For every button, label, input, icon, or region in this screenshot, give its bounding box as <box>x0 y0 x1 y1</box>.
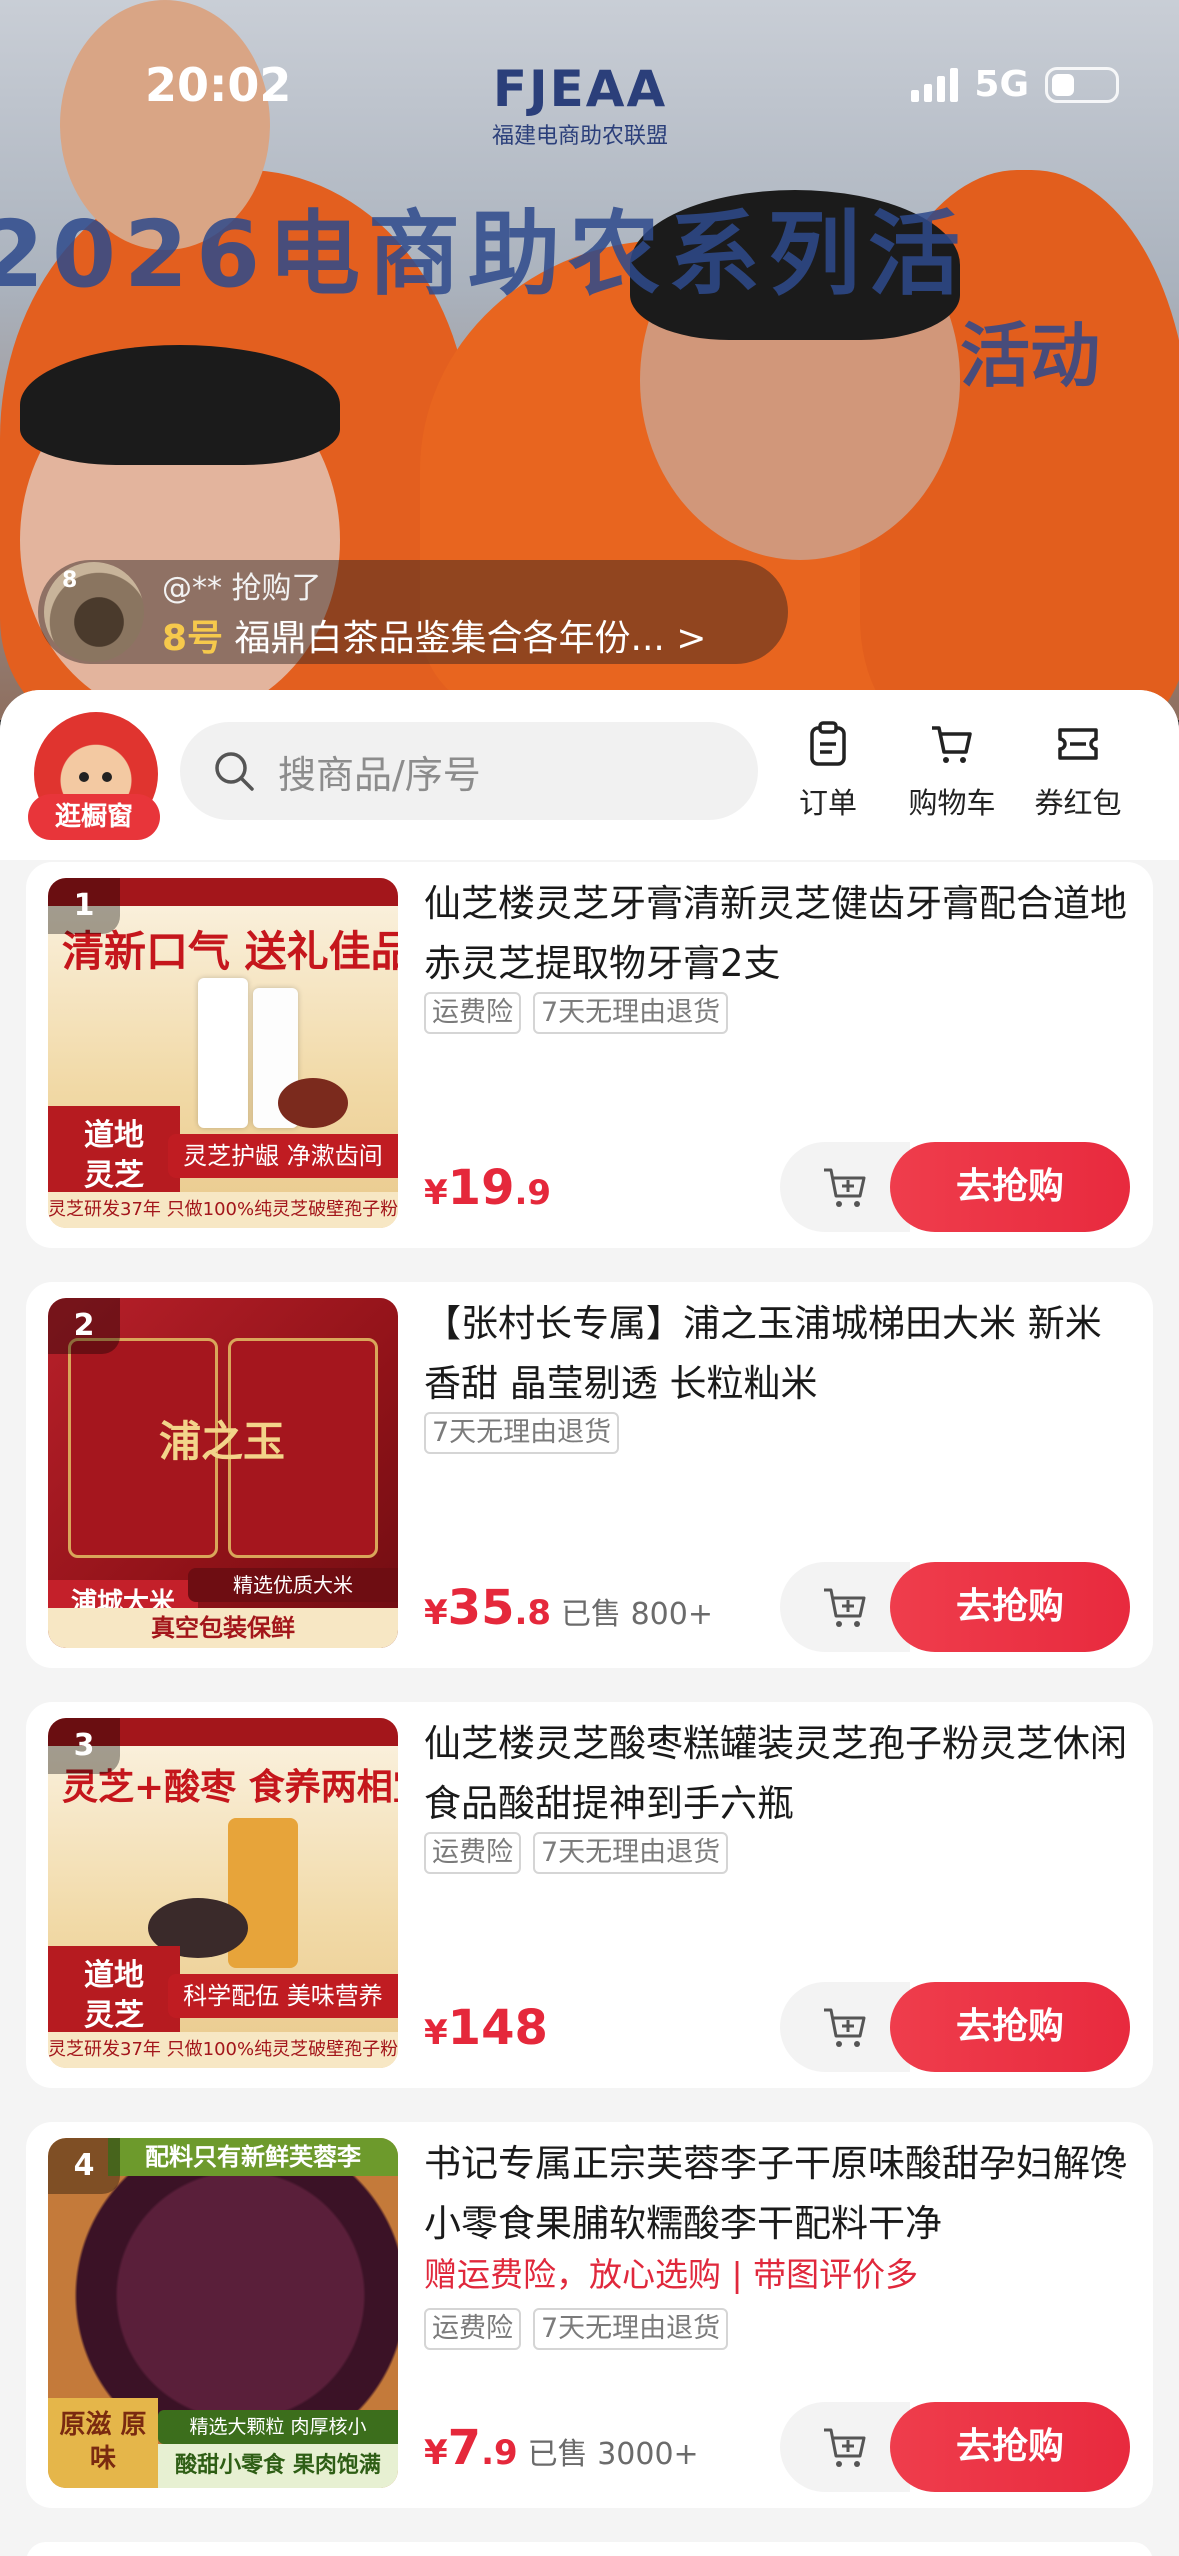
purchase-toast[interactable]: 8 @** 抢购了 8号 福鼎白茶品鉴集合各年份... > <box>38 560 788 664</box>
search-icon <box>215 752 254 791</box>
product-index: 1 <box>48 878 120 934</box>
image-corner-label: 原滋 原味 <box>48 2398 158 2488</box>
image-footer: 灵芝研发37年 只做100%纯灵芝破壁孢子粉 <box>48 1192 398 1228</box>
backdrop-banner-sub: 活动 <box>960 315 1100 397</box>
tag-shipping-insurance: 运费险 <box>424 2308 521 2350</box>
service-tags: 运费险 7天无理由退货 <box>424 992 729 1034</box>
image-footer: 真空包装保鲜 <box>48 1608 398 1648</box>
panel-header: 逛橱窗 搜商品/序号 订单 购物车 券红包 <box>0 690 1179 860</box>
tag-7day-return: 7天无理由退货 <box>424 1412 620 1454</box>
tag-7day-return: 7天无理由退货 <box>533 992 729 1034</box>
toast-item-number: 8号 <box>162 618 224 659</box>
product-price: ¥35.8 已售 800+ <box>424 1580 713 1636</box>
service-tags: 运费险 7天无理由退货 <box>424 1832 729 1874</box>
image-strip: 精选优质大米 <box>188 1568 398 1602</box>
toast-user: @** 抢购了 <box>162 571 322 606</box>
search-input[interactable]: 搜商品/序号 <box>278 744 481 799</box>
buy-now-button[interactable]: 去抢购 <box>890 1142 1130 1232</box>
coupon-button[interactable]: 券红包 <box>1018 720 1138 822</box>
logo-title: FJEAA <box>492 60 668 118</box>
product-index: 2 <box>48 1298 120 1354</box>
add-cart-icon <box>824 1588 866 1627</box>
toast-item-line: 8号 福鼎白茶品鉴集合各年份... > <box>162 609 706 661</box>
tag-shipping-insurance: 运费险 <box>424 992 521 1034</box>
product-image[interactable]: 浦之玉 浦城大米 精选优质大米 真空包装保鲜 2 <box>48 1298 398 1648</box>
image-headline: 浦之玉 <box>158 1417 285 1466</box>
image-strip: 科学配伍 美味营养 <box>168 1974 398 2018</box>
orders-button[interactable]: 订单 <box>768 720 888 822</box>
product-image[interactable]: 清新口气 送礼佳品 道地 灵芝 灵芝护龈 净漱齿间 灵芝研发37年 只做100%… <box>48 878 398 1228</box>
toast-thumb-number: 8 <box>62 568 78 593</box>
cart-button[interactable]: 购物车 <box>892 720 1012 822</box>
image-corner-label: 道地 灵芝 <box>48 1946 180 2046</box>
add-cart-icon <box>824 1168 866 1207</box>
image-strip: 灵芝护龈 净漱齿间 <box>168 1134 398 1178</box>
promo-text: 赠运费险，放心选购 | 带图评价多 <box>424 2255 919 2294</box>
signal-icon <box>911 67 959 102</box>
sold-count: 已售 3000+ <box>527 2437 699 2472</box>
buy-now-button[interactable]: 去抢购 <box>890 2402 1130 2492</box>
product-title[interactable]: 【张村长专属】浦之玉浦城梯田大米 新米香甜 晶莹剔透 长粒籼米 <box>424 1294 1134 1414</box>
toast-product-thumb: 8 <box>44 562 144 662</box>
product-card[interactable]: 灵芝+酸枣 食养两相宜 道地 灵芝 科学配伍 美味营养 灵芝研发37年 只做10… <box>26 1702 1153 2088</box>
cart-label: 购物车 <box>908 786 996 820</box>
product-title[interactable]: 仙芝楼灵芝酸枣糕罐装灵芝孢子粉灵芝休闲食品酸甜提神到手六瓶 <box>424 1714 1134 1834</box>
buy-now-button[interactable]: 去抢购 <box>890 1982 1130 2072</box>
tag-7day-return: 7天无理由退货 <box>533 1832 729 1874</box>
product-card[interactable]: 清新口气 送礼佳品 道地 灵芝 灵芝护龈 净漱齿间 灵芝研发37年 只做100%… <box>26 862 1153 1248</box>
buy-now-button[interactable]: 去抢购 <box>890 1562 1130 1652</box>
add-cart-icon <box>824 2008 866 2047</box>
backdrop-banner: 2026电商助农系列活 <box>0 201 969 308</box>
image-strip: 精选大颗粒 肉厚核小 <box>158 2410 398 2444</box>
product-index: 4 <box>48 2138 120 2194</box>
product-title[interactable]: 书记专属正宗芙蓉李子干原味酸甜孕妇解馋小零食果脯软糯酸李干配料干净 <box>424 2134 1134 2254</box>
product-image[interactable]: 灵芝+酸枣 食养两相宜 道地 灵芝 科学配伍 美味营养 灵芝研发37年 只做10… <box>48 1718 398 2068</box>
image-footer: 酸甜小零食 果肉饱满 <box>158 2444 398 2488</box>
clipboard-icon <box>810 721 846 766</box>
sold-count: 已售 800+ <box>561 1597 713 1632</box>
search-bar[interactable]: 搜商品/序号 <box>180 722 758 820</box>
coupon-icon <box>1058 728 1098 760</box>
battery-icon <box>1045 66 1119 103</box>
product-card-partial[interactable] <box>26 2542 1153 2556</box>
logo-subtitle: 福建电商助农联盟 <box>491 124 668 149</box>
image-headline: 配料只有新鲜芙蓉李 <box>108 2138 398 2176</box>
service-tags: 运费险 7天无理由退货 <box>424 2308 729 2350</box>
cart-icon <box>932 726 972 763</box>
shop-window-button[interactable]: 逛橱窗 <box>28 794 160 840</box>
product-price: ¥7.9 已售 3000+ <box>424 2420 699 2476</box>
image-footer: 灵芝研发37年 只做100%纯灵芝破壁孢子粉 <box>48 2032 398 2068</box>
host-hair <box>20 345 340 465</box>
product-price: ¥19.9 <box>424 1160 552 1216</box>
add-cart-icon <box>824 2428 866 2467</box>
product-image[interactable]: 配料只有新鲜芙蓉李 原滋 原味 精选大颗粒 肉厚核小 酸甜小零食 果肉饱满 4 <box>48 2138 398 2488</box>
tag-7day-return: 7天无理由退货 <box>533 2308 729 2350</box>
service-tags: 7天无理由退货 <box>424 1412 620 1454</box>
coupon-label: 券红包 <box>1034 786 1122 820</box>
product-card[interactable]: 浦之玉 浦城大米 精选优质大米 真空包装保鲜 2 【张村长专属】浦之玉浦城梯田大… <box>26 1282 1153 1668</box>
product-title[interactable]: 仙芝楼灵芝牙膏清新灵芝健齿牙膏配合道地赤灵芝提取物牙膏2支 <box>424 874 1134 994</box>
toast-item-text: 福鼎白茶品鉴集合各年份... > <box>234 618 707 659</box>
product-index: 3 <box>48 1718 120 1774</box>
product-price: ¥148 <box>424 2000 548 2056</box>
product-panel: 逛橱窗 搜商品/序号 订单 购物车 券红包 清新口气 送礼佳品 道地 灵芝 灵芝… <box>0 690 1179 2556</box>
tag-shipping-insurance: 运费险 <box>424 1832 521 1874</box>
event-logo: FJEAA 福建电商助农联盟 <box>480 60 680 150</box>
orders-label: 订单 <box>798 786 857 820</box>
image-corner-label: 道地 灵芝 <box>48 1106 180 1206</box>
product-card[interactable]: 配料只有新鲜芙蓉李 原滋 原味 精选大颗粒 肉厚核小 酸甜小零食 果肉饱满 4 … <box>26 2122 1153 2508</box>
network-type: 5G <box>974 64 1029 105</box>
status-time: 20:02 <box>145 58 292 112</box>
status-indicators: 5G <box>911 64 1119 105</box>
